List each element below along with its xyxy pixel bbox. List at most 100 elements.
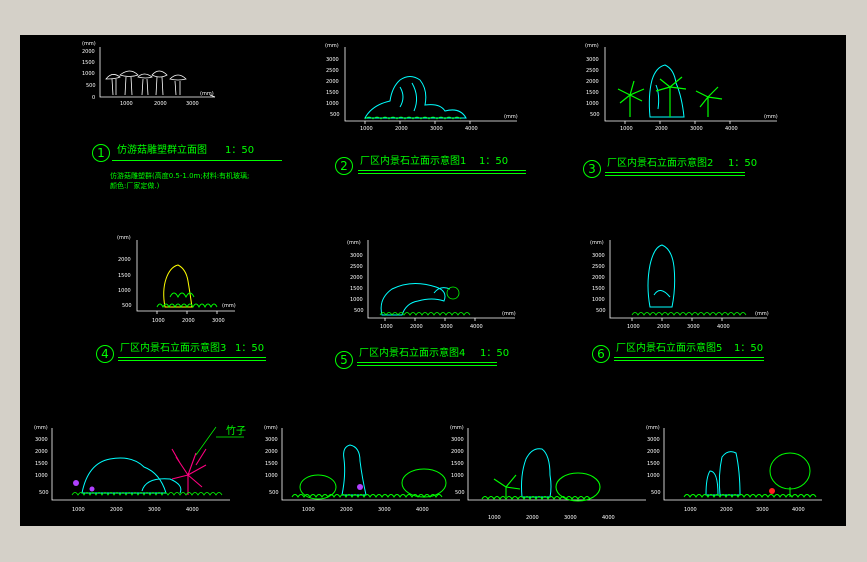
d4-xtick: 3000 (212, 318, 225, 324)
d4-title: 厂区内景石立面示意图3 (120, 343, 227, 354)
d6-title: 厂区内景石立面示意图5 (616, 343, 723, 354)
d6-yunit: (mm) (590, 240, 604, 246)
d1-note2: 颜色:厂家定做.) (110, 182, 160, 190)
b1-xtick: 3000 (148, 507, 161, 513)
rock-b1 (81, 457, 182, 494)
drawing-4-axes (136, 240, 235, 314)
rock-b3 (521, 448, 552, 498)
d6-xtick: 2000 (657, 324, 670, 330)
d4-number: 4 (96, 345, 114, 363)
b2-ytick: 1500 (265, 461, 278, 467)
d1-scale: 1：50 (225, 145, 255, 156)
d1-underline (112, 160, 282, 161)
drawing-2-axes (344, 47, 517, 124)
drawing-canvas[interactable]: (mm) 2000 1500 1000 500 0 (mm) 1000 2000… (20, 35, 846, 526)
d3-ytick: 1000 (586, 101, 599, 107)
d5-ytick: 2500 (350, 264, 363, 270)
b3-ytick: 3000 (451, 437, 464, 443)
d1-xtick: 1000 (120, 101, 133, 107)
d2-scale: 1：50 (479, 156, 509, 167)
d6-xtick: 3000 (687, 324, 700, 330)
shrubs-6 (631, 312, 747, 316)
d3-xtick: 1000 (620, 126, 633, 132)
b4-ytick: 500 (651, 490, 661, 496)
ground-b1 (71, 492, 223, 496)
d3-xtick: 2000 (655, 126, 668, 132)
d3-number: 3 (583, 160, 601, 178)
d1-title: 仿游菇雕塑群立面图 (117, 145, 207, 156)
d1-ytick: 1500 (82, 60, 95, 66)
d5-ytick: 500 (354, 308, 364, 314)
b3-xtick: 1000 (488, 515, 501, 521)
d5-underline (357, 362, 497, 363)
d4-underline2 (118, 360, 266, 361)
drawing-1-graphic (99, 47, 216, 98)
rock-4 (380, 283, 451, 316)
b1-xtick: 4000 (186, 507, 199, 513)
d2-xtick: 2000 (395, 126, 408, 132)
d5-xtick: 2000 (410, 324, 423, 330)
b4-ytick: 1000 (647, 473, 660, 479)
b1-yunit: (mm) (34, 425, 48, 431)
d5-xunit: (mm) (502, 311, 516, 317)
b1-ytick: 500 (39, 490, 49, 496)
b4-xtick: 3000 (756, 507, 769, 513)
b2-xtick: 4000 (416, 507, 429, 513)
b4-ytick: 3000 (647, 437, 660, 443)
bamboo-leader (195, 426, 217, 456)
d5-ytick: 1500 (350, 286, 363, 292)
shrubs-b2 (291, 468, 447, 500)
d2-xunit: (mm) (504, 114, 518, 120)
d3-ytick: 2000 (586, 79, 599, 85)
d4-underline (118, 357, 266, 358)
tree-b4 (683, 452, 817, 498)
d2-number: 2 (335, 157, 353, 175)
flower-b4 (769, 488, 775, 494)
d2-xtick: 4000 (465, 126, 478, 132)
rock-1 (364, 76, 467, 119)
b1-ytick: 2000 (35, 449, 48, 455)
b4-ytick: 1500 (647, 461, 660, 467)
cad-window: (mm) 2000 1500 1000 500 0 (mm) 1000 2000… (0, 0, 867, 562)
shrubs-5 (379, 286, 471, 316)
d3-yunit: (mm) (585, 43, 599, 49)
d5-xtick: 4000 (470, 324, 483, 330)
flower-b2 (357, 484, 363, 490)
b1-xtick: 1000 (72, 507, 85, 513)
b4-xtick: 4000 (792, 507, 805, 513)
d3-ytick: 1500 (586, 90, 599, 96)
d4-ytick: 1500 (118, 273, 131, 279)
b4-yunit: (mm) (646, 425, 660, 431)
shrubs-4 (156, 292, 218, 309)
rock-5 (647, 244, 676, 308)
bamboo-label: 竹子 (226, 426, 246, 437)
b2-xtick: 2000 (340, 507, 353, 513)
b4-ytick: 2000 (647, 449, 660, 455)
d3-xunit: (mm) (764, 114, 778, 120)
d1-ytick: 2000 (82, 49, 95, 55)
d6-ytick: 3000 (592, 253, 605, 259)
b1-ytick: 1000 (35, 473, 48, 479)
d6-xtick: 4000 (717, 324, 730, 330)
d6-ytick: 500 (596, 308, 606, 314)
d1-number: 1 (92, 144, 110, 162)
b3-xtick: 4000 (602, 515, 615, 521)
d6-ytick: 1000 (592, 297, 605, 303)
b2-xtick: 3000 (378, 507, 391, 513)
b4-xtick: 1000 (684, 507, 697, 513)
b3-ytick: 1500 (451, 461, 464, 467)
d5-ytick: 1000 (350, 297, 363, 303)
d2-ytick: 1500 (326, 90, 339, 96)
d5-yunit: (mm) (347, 240, 361, 246)
d4-ytick: 2000 (118, 257, 131, 263)
d5-number: 5 (335, 351, 353, 369)
d1-note1: 仿游菇雕塑群(高度0.5-1.0m;材料:有机玻璃; (110, 172, 250, 180)
d6-underline (614, 357, 764, 358)
d3-title: 厂区内景石立面示意图2 (607, 158, 714, 169)
b1-xtick: 2000 (110, 507, 123, 513)
drawing-3-axes (604, 47, 777, 124)
d5-scale: 1：50 (480, 348, 510, 359)
b4-xtick: 2000 (720, 507, 733, 513)
drawing-svg (51, 47, 822, 502)
b3-ytick: 2000 (451, 449, 464, 455)
